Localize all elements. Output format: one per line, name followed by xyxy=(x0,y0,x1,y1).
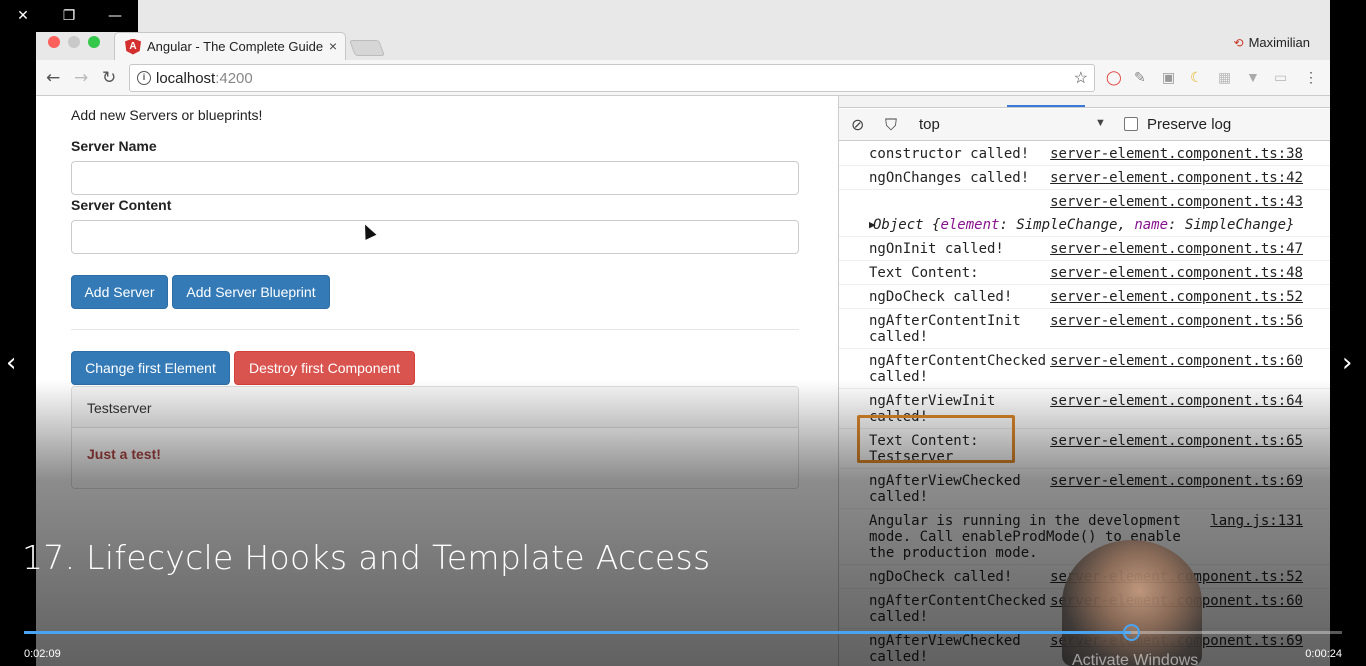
presenter-webcam xyxy=(1062,540,1202,666)
window-titlebar xyxy=(138,0,1330,32)
log-source-link[interactable]: server-element.component.ts:42 xyxy=(1050,170,1303,186)
preserve-log-checkbox[interactable] xyxy=(1124,117,1138,131)
minimize-icon[interactable]: — xyxy=(92,0,138,32)
address-bar[interactable]: i localhost:4200 ☆ xyxy=(129,64,1095,92)
moon-extension-icon[interactable]: ☾ xyxy=(1190,69,1203,86)
minimize-window-icon[interactable] xyxy=(68,36,80,48)
server-element-panel: Testserver Just a test! xyxy=(71,386,799,489)
server-content-input[interactable] xyxy=(71,220,799,254)
log-source-link[interactable]: server-element.component.ts:69 xyxy=(1050,473,1303,489)
json-extension-icon[interactable]: ▣ xyxy=(1162,69,1175,86)
web-page: Add new Servers or blueprints! Server Na… xyxy=(36,96,838,666)
log-row: constructor called! server-element.compon… xyxy=(839,142,1330,166)
grid-extension-icon[interactable]: ▦ xyxy=(1218,69,1231,86)
divider xyxy=(71,329,799,330)
new-tab-button[interactable] xyxy=(349,40,385,56)
reload-icon[interactable]: ↻ xyxy=(102,68,116,88)
expand-triangle-icon[interactable]: ▶ xyxy=(869,217,876,233)
eyedropper-extension-icon[interactable]: ✎ xyxy=(1134,69,1146,86)
log-row: ngOnInit called! server-element.component… xyxy=(839,237,1330,261)
log-source-link[interactable]: server-element.component.ts:43 xyxy=(1050,194,1303,210)
context-dropdown-icon[interactable]: ▼ xyxy=(1095,117,1106,129)
video-player: ✕ ❐ — A Angular - The Complete Guide × ⟲… xyxy=(0,0,1366,666)
log-source-link[interactable]: lang.js:131 xyxy=(1210,513,1303,529)
destroy-first-component-button[interactable]: Destroy first Component xyxy=(234,351,415,385)
browser-tabstrip: A Angular - The Complete Guide × ⟲ Maxim… xyxy=(36,32,1330,60)
server-name-label: Server Name xyxy=(71,138,157,154)
browser-tab[interactable]: A Angular - The Complete Guide × xyxy=(114,32,346,60)
time-elapsed: 0:02:09 xyxy=(24,648,61,660)
forward-arrow-icon[interactable]: → xyxy=(74,68,88,88)
log-source-link[interactable]: server-element.component.ts:48 xyxy=(1050,265,1303,281)
panel-heading: Testserver xyxy=(72,387,798,428)
log-row: ngDoCheck called!server-element.componen… xyxy=(839,285,1330,309)
active-tab-indicator xyxy=(1007,105,1085,107)
devtools-tabs xyxy=(839,96,1330,108)
close-icon[interactable]: ✕ xyxy=(0,0,46,32)
tab-title: Angular - The Complete Guide xyxy=(147,39,324,54)
seek-thumb[interactable] xyxy=(1123,624,1141,641)
log-source-link[interactable]: server-element.component.ts:60 xyxy=(1050,353,1303,369)
seek-bar[interactable] xyxy=(24,631,1342,634)
page-heading: Add new Servers or blueprints! xyxy=(71,107,263,123)
time-remaining: 0:00:24 xyxy=(1305,648,1342,660)
cast-extension-icon[interactable]: ▭ xyxy=(1274,69,1287,86)
browser-toolbar: ← → ↻ i localhost:4200 ☆ ◯ ✎ ▣ ☾ ▦ ▼ ▭ ⋮ xyxy=(36,60,1330,96)
traffic-lights xyxy=(48,36,100,48)
info-icon[interactable]: i xyxy=(137,71,151,85)
highlight-box xyxy=(857,415,1015,463)
log-object-row[interactable]: ▶ Object {element: SimpleChange, name: Si… xyxy=(839,213,1330,237)
change-first-element-button[interactable]: Change first Element xyxy=(71,351,230,385)
opera-extension-icon[interactable]: ◯ xyxy=(1106,69,1122,86)
panel-body: Just a test! xyxy=(87,446,161,462)
video-title: 17. Lifecycle Hooks and Template Access xyxy=(22,538,711,577)
log-row: ngAfterContentInit called! server-element… xyxy=(839,309,1330,349)
log-row: Text Content: server-element.component.ts… xyxy=(839,261,1330,285)
console-toolbar: ⊘ ⛉ top ▼ Preserve log xyxy=(839,109,1330,141)
seek-bar-fill xyxy=(24,631,1132,634)
profile-icon: ⟲ xyxy=(1233,35,1244,50)
window-controls: ✕ ❐ — xyxy=(0,0,138,32)
context-selector[interactable]: top xyxy=(919,116,940,133)
log-source-link[interactable]: server-element.component.ts:56 xyxy=(1050,313,1303,329)
server-name-input[interactable] xyxy=(71,161,799,195)
log-source-link[interactable]: server-element.component.ts:38 xyxy=(1050,146,1303,162)
server-content-label: Server Content xyxy=(71,197,172,213)
restore-icon[interactable]: ❐ xyxy=(46,0,92,32)
close-window-icon[interactable] xyxy=(48,36,60,48)
log-row: ngAfterContentChecked called!server-elem… xyxy=(839,349,1330,389)
url-host: localhost xyxy=(156,69,216,87)
next-video-icon[interactable]: › xyxy=(1342,348,1352,378)
add-server-button[interactable]: Add Server xyxy=(71,275,168,309)
back-arrow-icon[interactable]: ← xyxy=(46,68,60,88)
log-row: ngOnChanges called! server-element.compon… xyxy=(839,166,1330,190)
profile-name: Maximilian xyxy=(1248,35,1310,50)
filter-icon[interactable]: ⛉ xyxy=(885,115,897,135)
angular-logo-icon: A xyxy=(125,38,141,55)
log-source-link[interactable]: server-element.component.ts:47 xyxy=(1050,241,1303,257)
vue-extension-icon[interactable]: ▼ xyxy=(1246,69,1260,85)
zoom-window-icon[interactable] xyxy=(88,36,100,48)
log-source-link[interactable]: server-element.component.ts:64 xyxy=(1050,393,1303,409)
bookmark-star-icon[interactable]: ☆ xyxy=(1074,68,1088,88)
log-row: ngAfterViewChecked called!server-element… xyxy=(839,469,1330,509)
add-server-blueprint-button[interactable]: Add Server Blueprint xyxy=(172,275,330,309)
previous-video-icon[interactable]: ‹ xyxy=(6,348,16,378)
url-port: :4200 xyxy=(215,69,253,87)
profile-button[interactable]: ⟲ Maximilian xyxy=(1234,35,1310,50)
clear-console-icon[interactable]: ⊘ xyxy=(851,115,864,134)
preserve-log-label: Preserve log xyxy=(1147,116,1232,133)
log-row: server-element.component.ts:43 xyxy=(839,190,1330,213)
activate-windows-watermark: Activate Windows xyxy=(1072,652,1199,666)
menu-dots-icon[interactable]: ⋮ xyxy=(1304,69,1318,86)
tab-close-icon[interactable]: × xyxy=(329,38,337,54)
log-source-link[interactable]: server-element.component.ts:65 xyxy=(1050,433,1303,449)
log-source-link[interactable]: server-element.component.ts:52 xyxy=(1050,289,1303,305)
